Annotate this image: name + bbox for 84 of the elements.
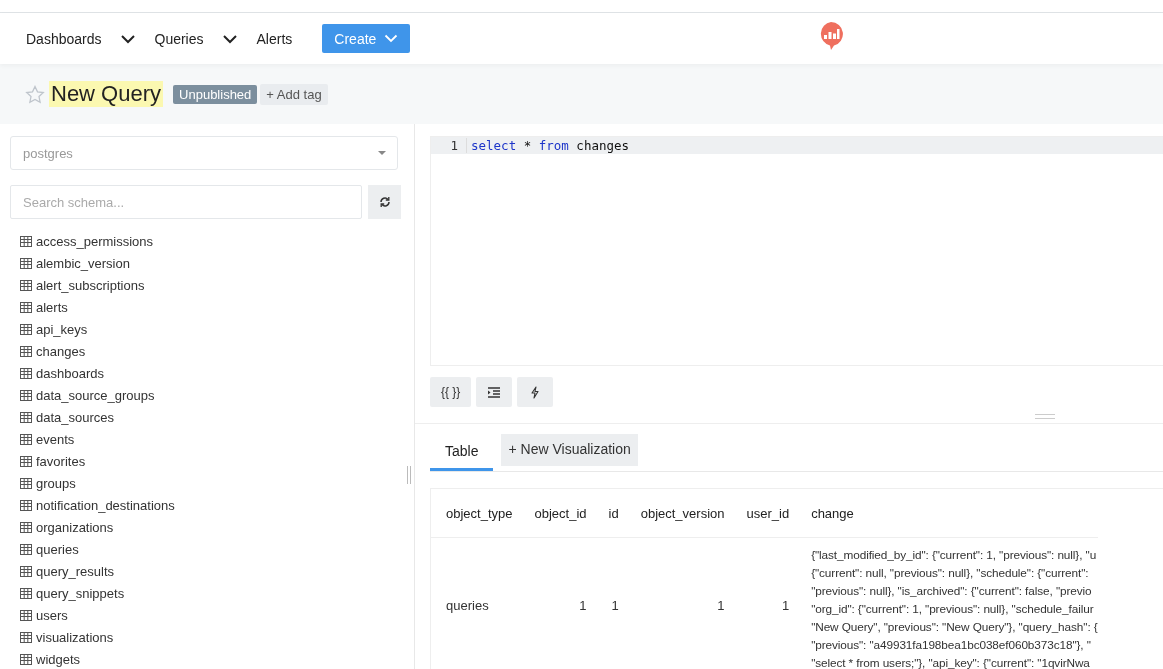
schema-table-item[interactable]: dashboards [36,365,104,381]
schema-table-item[interactable]: alerts [36,299,68,315]
caret-icon [377,150,387,156]
table-icon [20,587,32,599]
table-icon [20,279,32,291]
column-header[interactable]: id [597,489,630,538]
nav-link[interactable]: Alerts [256,30,293,47]
parameter-button[interactable]: {{ }} [430,377,472,407]
nav-link[interactable]: Dashboards [26,30,102,47]
schema-table-item[interactable]: alembic_version [36,255,130,271]
change-text-line: "previous": null}, "is_archived": {"current": false, "previo [811,583,1093,600]
results-tab[interactable]: Table [430,434,494,471]
schema-table-item[interactable]: data_sources [36,409,115,425]
table-icon [20,257,32,269]
column-header[interactable]: object_id [523,489,598,538]
chevron-icon [384,34,399,43]
line-number: 1 [431,138,467,153]
table-cell: 1 [523,537,598,669]
change-text-line: {"current": null, "previous": null}, "schedule": {"current": [811,565,1090,582]
table-icon [20,411,32,423]
logo-icon[interactable] [818,21,844,51]
table-icon [20,543,32,555]
status-label: Unpublished [173,84,258,104]
table-icon [20,389,32,401]
table-icon [20,565,32,577]
schema-table-item[interactable]: notification_destinations [36,497,175,513]
refresh-button[interactable] [368,185,401,219]
schema-table-item[interactable]: organizations [36,519,114,535]
table-cell: 1 [629,537,736,669]
schema-table-item[interactable]: query_snippets [36,585,125,601]
code-editor[interactable]: 1 select * from changes [430,136,1163,366]
change-text-line: "select * from users;"}, "api_key": {"current": "1qvirNwa [811,655,1091,669]
table-icon [20,323,32,335]
table-icon [20,609,32,621]
indent-icon [488,386,501,398]
results-tab[interactable]: + New Visualization [501,434,638,466]
change-text-line: "previous": "a49931fa198bea1bc038ef060b373c18"}, " [811,637,1092,654]
schema-table-item[interactable]: events [36,431,75,447]
table-icon [20,455,32,467]
table-icon [20,631,32,643]
column-header[interactable]: user_id [735,489,801,538]
star-icon[interactable] [25,84,45,104]
table-icon [20,345,32,357]
table-cell: 1 [597,537,630,669]
schema-table-item[interactable]: access_permissions [36,233,154,249]
change-text-line: "New Query", "previous": "New Query"}, "query_hash": { [811,619,1098,636]
schema-table-item[interactable]: changes [36,343,86,359]
add-tag-button[interactable]: + Add tag [260,83,328,105]
resize-handle[interactable] [1035,414,1055,419]
column-header[interactable]: object_type [431,489,524,538]
chevron-icon[interactable] [221,33,238,44]
table-icon [20,235,32,247]
table-cell: 1 [735,537,801,669]
search-field[interactable]: Search schema... [10,185,362,219]
nav-link[interactable]: Queries [154,30,204,47]
table-icon [20,477,32,489]
schema-table-item[interactable]: visualizations [36,629,114,645]
schema-table-item[interactable]: groups [36,475,76,491]
column-header[interactable]: change [800,489,1098,538]
schema-table-item[interactable]: queries [36,541,79,557]
query-title[interactable]: New Query [49,81,164,107]
table-icon [20,301,32,313]
schema-table-item[interactable]: query_results [36,563,115,579]
schema-table-item[interactable]: favorites [36,453,86,469]
chevron-icon[interactable] [119,33,136,44]
table-icon [20,653,32,665]
table-cell: queries [431,537,524,669]
schema-table-item[interactable]: data_source_groups [36,387,155,403]
schema-table-item[interactable]: widgets [36,651,81,667]
bolt-button[interactable] [517,377,554,407]
table-icon [20,433,32,445]
table-icon [20,521,32,533]
schema-table-item[interactable]: alert_subscriptions [36,277,145,293]
code-line: select * from changes [471,138,630,153]
table-icon [20,499,32,511]
change-text-line: {"last_modified_by_id": {"current": 1, "previous": null}, "u [811,547,1098,564]
schema-table-item[interactable]: users [36,607,68,623]
column-header[interactable]: object_version [629,489,736,538]
change-text-line: "org_id": {"current": 1, "previous": null}, "schedule_failur [811,601,1095,618]
bolt-icon [530,385,541,399]
table-icon [20,367,32,379]
refresh-icon [378,196,391,208]
format-button[interactable] [476,377,513,407]
schema-table-item[interactable]: api_keys [36,321,88,337]
